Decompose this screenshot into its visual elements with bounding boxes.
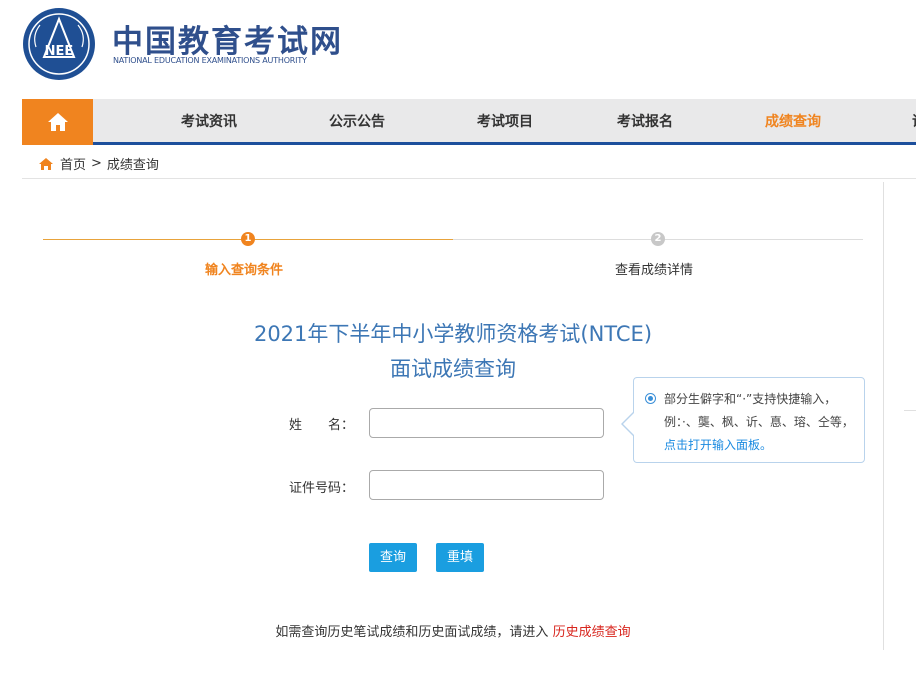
id-number-input[interactable] [369,470,604,500]
page-title: 2021年下半年中小学教师资格考试(NTCE) [253,322,653,346]
breadcrumb-home[interactable]: 首页 [60,154,86,173]
site-header: NEE 中国教育考试网 NATIONAL EDUCATION EXAMINATI… [0,0,916,99]
side-tick [904,410,916,411]
tooltip-text: 部分生僻字和“·”支持快捷输入，例：·、龑、枫、䜣、惪、瑢、仝等， [664,392,854,429]
nav-item-registration[interactable]: 考试报名 [617,99,673,145]
breadcrumb: 首页 > 成绩查询 [22,149,916,179]
home-icon [39,157,53,170]
history-note-text: 如需查询历史笔试成绩和历史面试成绩，请进入 [275,625,549,640]
history-score-link[interactable]: 历史成绩查询 [553,625,631,640]
step-1-label: 输入查询条件 [205,263,284,278]
reset-button[interactable]: 重填 [436,543,484,572]
home-icon [47,113,68,131]
nav-item-exams[interactable]: 考试项目 [477,99,533,145]
site-subtitle: NATIONAL EDUCATION EXAMINATIONS AUTHORIT… [113,56,307,65]
breadcrumb-current: 成绩查询 [106,158,159,173]
open-input-panel-link[interactable]: 点击打开输入面板。 [664,438,772,452]
input-hint-tooltip: 部分生僻字和“·”支持快捷输入，例：·、龑、枫、䜣、惪、瑢、仝等， 点击打开输入面… [633,377,865,463]
main-nav: 考试资讯 公示公告 考试项目 考试报名 成绩查询 证 [22,99,916,145]
history-note: 如需查询历史笔试成绩和历史面试成绩，请进入 历史成绩查询 [0,621,906,640]
breadcrumb-separator: > [91,156,102,171]
nee-logo[interactable]: NEE [22,7,96,81]
nav-item-more[interactable]: 证 [912,99,916,145]
site-title: 中国教育考试网 [112,24,343,60]
tooltip-arrow-inner [623,413,634,435]
id-number-label: 证件号码： [289,481,355,496]
step-2-badge: 2 [651,232,665,246]
name-label: 姓 名： [289,418,355,433]
query-button[interactable]: 查询 [369,543,417,572]
step-1-badge: 1 [241,232,255,246]
nav-item-score-query[interactable]: 成绩查询 [765,99,821,145]
nav-item-notices[interactable]: 公示公告 [329,99,385,145]
info-radio-icon [645,393,656,404]
logo-text: NEE [45,44,74,59]
name-input[interactable] [369,408,604,438]
side-divider [883,182,884,650]
nav-home-button[interactable] [22,99,93,145]
nav-item-news[interactable]: 考试资讯 [181,99,237,145]
step-2-label: 查看成绩详情 [615,263,694,278]
